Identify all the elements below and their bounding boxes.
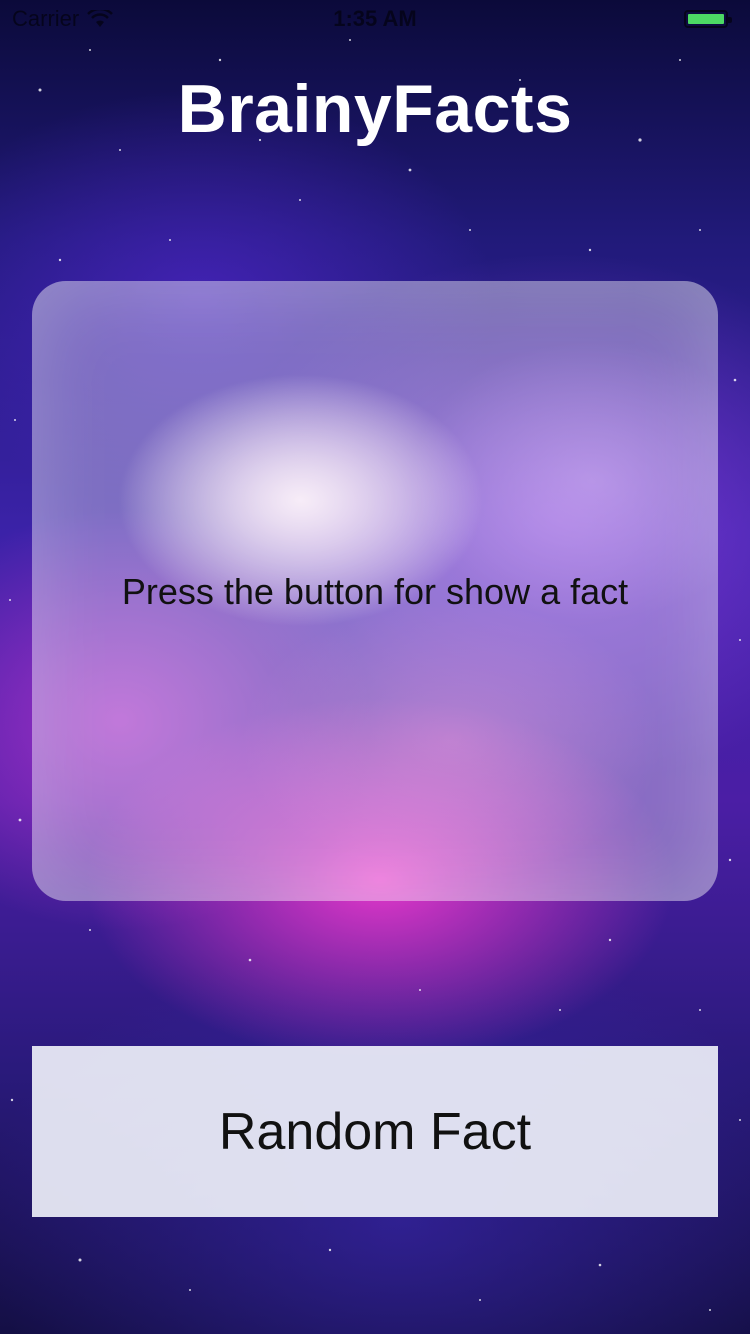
fact-text: Press the button for show a fact xyxy=(121,571,629,612)
app-title: BrainyFacts xyxy=(177,71,573,147)
random-fact-button[interactable]: Random Fact xyxy=(32,1046,718,1217)
fact-card: Press the button for show a fact xyxy=(32,281,718,901)
random-fact-button-label: Random Fact xyxy=(218,1102,532,1161)
status-time: 1:35 AM xyxy=(333,6,417,31)
battery-level xyxy=(688,14,724,24)
status-bar: Carrier 1:35 AM xyxy=(0,0,750,40)
battery-tip xyxy=(728,17,732,23)
battery-icon xyxy=(684,10,732,28)
